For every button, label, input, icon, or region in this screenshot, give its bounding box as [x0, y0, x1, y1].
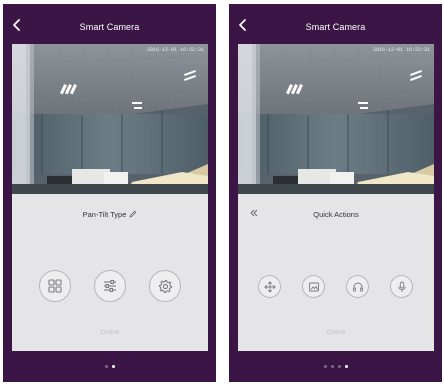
gear-icon [158, 279, 172, 293]
screen-pan-tilt: Smart Camera 2016-12-01 16:22:31 Pan-Til… [3, 4, 216, 382]
page-indicator[interactable] [3, 365, 216, 371]
page-dot[interactable] [323, 365, 327, 368]
pan-tilt-button[interactable] [258, 275, 281, 298]
page-dot[interactable] [104, 365, 108, 368]
camera-image [238, 44, 434, 194]
connection-status: Online [100, 329, 120, 336]
video-timestamp: 2016-12-01 16:22:31 [146, 47, 204, 53]
screen-quick-actions: Smart Camera 2016-12-01 16:22:31 Quick A… [229, 4, 442, 382]
control-panel: Pan-Tilt Type Online [12, 194, 208, 351]
page-title: Smart Camera [305, 22, 366, 32]
snapshot-button[interactable] [302, 275, 325, 298]
camera-image [12, 44, 208, 194]
page-indicator[interactable] [229, 365, 442, 371]
panel-title[interactable]: Pan-Tilt Type [12, 210, 208, 219]
page-dot-active[interactable] [344, 365, 348, 368]
control-panel: Quick Actions Online [238, 194, 434, 351]
pencil-icon[interactable] [129, 210, 137, 218]
move-arrows-icon [263, 280, 276, 293]
page-dot-active[interactable] [111, 365, 115, 368]
grid-button[interactable] [39, 270, 71, 302]
app-header: Smart Camera [3, 4, 216, 44]
settings-button[interactable] [149, 270, 181, 302]
video-timestamp: 2016-12-01 16:22:31 [372, 47, 430, 53]
microphone-icon [397, 281, 406, 292]
sliders-icon [104, 279, 116, 293]
app-header: Smart Camera [229, 4, 442, 44]
settings-adjust-button[interactable] [94, 270, 126, 302]
panel-title-text: Pan-Tilt Type [82, 210, 127, 219]
listen-button[interactable] [346, 275, 369, 298]
image-icon [308, 282, 319, 291]
connection-status: Online [326, 329, 346, 336]
panel-title: Quick Actions [313, 210, 359, 219]
headphones-icon [352, 282, 363, 292]
page-title: Smart Camera [79, 22, 140, 32]
page-dot[interactable] [330, 365, 334, 368]
talk-button[interactable] [390, 275, 413, 298]
camera-video-feed[interactable]: 2016-12-01 16:22:31 [12, 44, 208, 194]
camera-video-feed[interactable]: 2016-12-01 16:22:31 [238, 44, 434, 194]
page-dot[interactable] [337, 365, 341, 368]
grid-icon [48, 279, 62, 293]
